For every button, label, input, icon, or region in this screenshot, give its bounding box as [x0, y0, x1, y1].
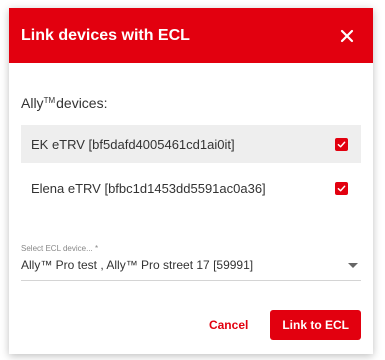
link-to-ecl-button[interactable]: Link to ECL: [270, 310, 361, 340]
brand-name: Ally: [21, 95, 44, 111]
dialog-footer: Cancel Link to ECL: [9, 310, 373, 340]
device-checkbox[interactable]: [335, 181, 348, 195]
dialog-header: Link devices with ECL: [9, 8, 373, 63]
trademark-symbol: TM: [43, 96, 56, 105]
device-label: Elena eTRV [bfbc1d1453dd5591ac0a36]: [31, 180, 266, 196]
select-value-row[interactable]: Ally™ Pro test , Ally™ Pro street 17 [59…: [21, 258, 361, 281]
dialog-body: Ally TM devices: EK eTRV [bf5dafd4005461c…: [9, 63, 373, 281]
select-label: Select ECL device... *: [21, 244, 99, 253]
devices-section-title: Ally TM devices:: [21, 95, 361, 111]
device-row-ek-etrv[interactable]: EK eTRV [bf5dafd4005461cd1ai0it]: [21, 125, 361, 163]
select-value: Ally™ Pro test , Ally™ Pro street 17 [59…: [21, 258, 254, 272]
device-checkbox[interactable]: [335, 137, 348, 151]
close-icon: [340, 29, 354, 42]
link-devices-dialog: Link devices with ECL Ally TM devices: EK…: [9, 8, 373, 354]
device-label: EK eTRV [bf5dafd4005461cd1ai0it]: [31, 136, 235, 152]
checkmark-icon: [337, 141, 346, 147]
close-button[interactable]: [335, 24, 359, 48]
dialog-title: Link devices with ECL: [21, 26, 190, 44]
devices-label-suffix: devices:: [56, 95, 108, 111]
device-row-elena-etrv[interactable]: Elena eTRV [bfbc1d1453dd5591ac0a36]: [21, 169, 361, 207]
checkmark-icon: [337, 185, 346, 191]
cancel-button[interactable]: Cancel: [209, 318, 248, 332]
dropdown-arrow-icon[interactable]: [348, 262, 358, 268]
ecl-device-select[interactable]: Select ECL device... * Ally™ Pro test , …: [21, 244, 361, 281]
